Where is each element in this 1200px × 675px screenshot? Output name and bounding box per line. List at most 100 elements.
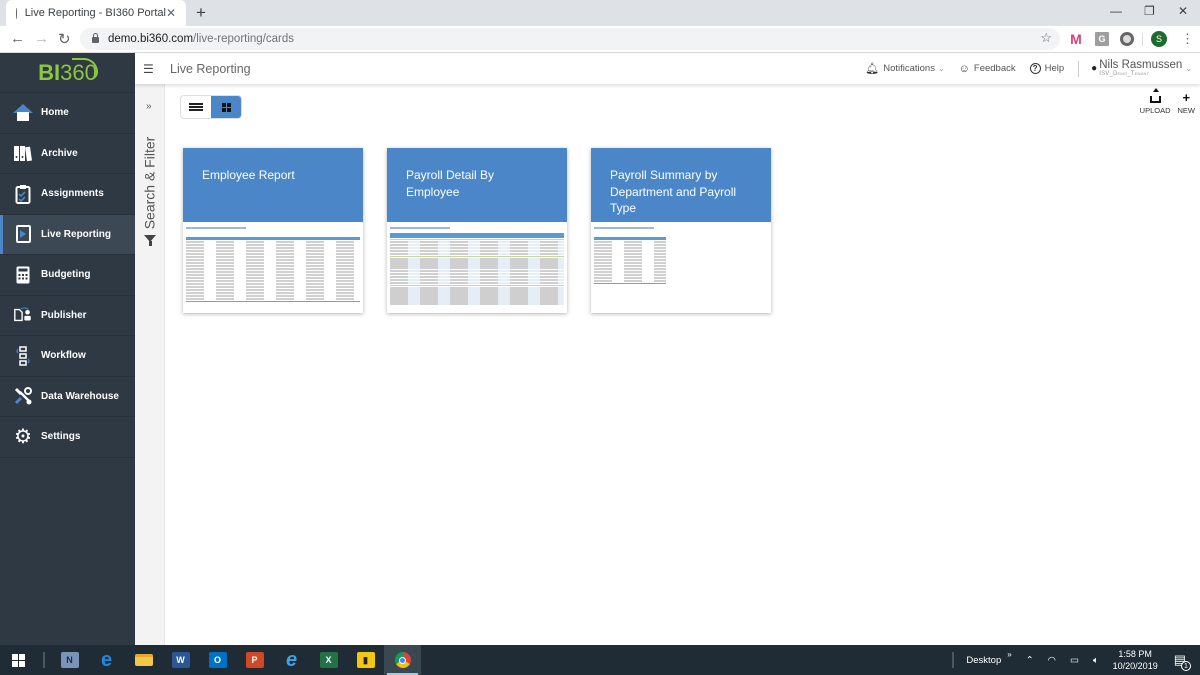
show-hidden-icons[interactable]: ⌃ bbox=[1026, 655, 1034, 666]
user-name: Nils Rasmussen bbox=[1099, 59, 1183, 71]
thumbnail-line bbox=[390, 293, 564, 296]
new-tab-button[interactable]: + bbox=[196, 3, 206, 23]
desktop-toolbar[interactable]: Desktop bbox=[966, 655, 1001, 666]
thumbnail-line bbox=[186, 237, 360, 240]
system-tray: Desktop » ⌃ ◠ ▭ 🔈︎ 1:58 PM 10/20/2019 ▤ 1 bbox=[952, 645, 1200, 675]
thumbnail-line bbox=[594, 264, 666, 268]
thumbnail-line bbox=[390, 287, 564, 290]
grid-icon bbox=[221, 102, 231, 112]
sidebar-item-label: Publisher bbox=[41, 309, 87, 321]
new-label: NEW bbox=[1177, 106, 1196, 115]
filter-icon[interactable] bbox=[144, 235, 156, 246]
taskbar-app-power-bi[interactable]: ▮ bbox=[347, 645, 384, 675]
sidebar-item-data-warehouse[interactable]: Data Warehouse bbox=[0, 377, 135, 417]
sidebar-item-home[interactable]: Home bbox=[0, 93, 135, 134]
taskbar-app-edge[interactable]: e bbox=[88, 645, 125, 675]
excel-icon: X bbox=[319, 652, 338, 668]
m-extension-icon[interactable]: M bbox=[1069, 31, 1083, 47]
taskbar-app-internet-explorer[interactable]: e bbox=[273, 645, 310, 675]
sidebar-item-workflow[interactable]: Workflow bbox=[0, 336, 135, 377]
tab-close-icon[interactable]: ✕ bbox=[166, 6, 176, 20]
close-window-button[interactable]: ✕ bbox=[1178, 4, 1188, 18]
circle-extension-icon[interactable] bbox=[1120, 32, 1134, 46]
thumbnail-line bbox=[390, 241, 564, 244]
report-card[interactable]: Payroll Summary by Department and Payrol… bbox=[591, 148, 771, 313]
word-icon: W bbox=[171, 652, 190, 668]
restore-button[interactable]: ❐ bbox=[1144, 4, 1155, 18]
expand-chevron-icon[interactable]: » bbox=[146, 101, 152, 112]
windows-logo-icon bbox=[12, 653, 25, 667]
taskbar-app-excel[interactable]: X bbox=[310, 645, 347, 675]
taskbar-app-outlook[interactable]: O bbox=[199, 645, 236, 675]
upload-button[interactable]: UPLOAD bbox=[1140, 88, 1171, 115]
sidebar-item-budgeting[interactable]: Budgeting bbox=[0, 255, 135, 296]
thumbnail-line bbox=[390, 276, 564, 279]
user-menu[interactable]: ● Nils Rasmussen ISV_Demo_Tenant ⌄ bbox=[1091, 59, 1192, 77]
power-bi-icon: ▮ bbox=[356, 652, 375, 668]
bell-icon: 🔔︎ bbox=[865, 63, 880, 75]
chrome-icon bbox=[394, 652, 411, 668]
report-thumbnail bbox=[387, 222, 567, 313]
sidebar-item-settings[interactable]: ⚙ Settings bbox=[0, 417, 135, 458]
search-filter-panel[interactable]: » Search & Filter bbox=[135, 53, 165, 645]
thumbnail-line bbox=[390, 270, 564, 273]
thumbnail-line bbox=[390, 246, 564, 250]
sidebar-item-assignments[interactable]: Assignments bbox=[0, 174, 135, 215]
new-button[interactable]: + NEW bbox=[1178, 90, 1196, 115]
report-cards: Employee Report Payroll Detail By Employ… bbox=[183, 148, 771, 313]
g-extension-icon[interactable]: G bbox=[1095, 32, 1109, 46]
sidebar-item-label: Data Warehouse bbox=[41, 390, 119, 402]
thumbnail-line bbox=[390, 233, 564, 238]
taskbar-app-file-explorer[interactable] bbox=[125, 645, 162, 675]
volume-icon[interactable]: 🔈︎ bbox=[1093, 655, 1099, 666]
browser-tab[interactable]: Live Reporting - BI360 Portal ✕ bbox=[6, 0, 186, 26]
battery-icon[interactable]: ▭ bbox=[1070, 655, 1079, 666]
start-button[interactable] bbox=[0, 645, 37, 675]
notifications-menu[interactable]: 🔔︎ Notifications ⌄ bbox=[865, 62, 944, 75]
task-view-divider bbox=[37, 645, 51, 675]
taskbar-app-notepad[interactable]: N bbox=[51, 645, 88, 675]
thumbnail-line bbox=[186, 261, 360, 265]
thumbnail-line bbox=[186, 267, 360, 271]
thumbnail-line bbox=[186, 282, 360, 286]
app-header: ☰ Live Reporting 🔔︎ Notifications ⌄ ☺ Fe… bbox=[135, 53, 1200, 84]
feedback-link[interactable]: ☺ Feedback bbox=[959, 63, 1016, 75]
notification-count: 1 bbox=[1181, 661, 1191, 671]
address-bar[interactable]: demo.bi360.com/live-reporting/cards ☆ bbox=[80, 28, 1060, 50]
thumbnail-line bbox=[594, 261, 666, 265]
sidebar-item-archive[interactable]: Archive bbox=[0, 134, 135, 174]
report-card[interactable]: Payroll Detail By Employee bbox=[387, 148, 567, 313]
tab-title: Live Reporting - BI360 Portal bbox=[24, 7, 166, 19]
profile-avatar[interactable]: S bbox=[1151, 31, 1167, 47]
clock-time: 1:58 PM bbox=[1118, 649, 1152, 659]
thumbnail-line bbox=[594, 252, 666, 256]
taskbar-app-word[interactable]: W bbox=[162, 645, 199, 675]
taskbar-app-powerpoint[interactable]: P bbox=[236, 645, 273, 675]
clock[interactable]: 1:58 PM 10/20/2019 bbox=[1113, 648, 1158, 672]
sidebar-item-publisher[interactable]: Publisher bbox=[0, 296, 135, 336]
browser-menu-icon[interactable]: ⋮ bbox=[1181, 31, 1194, 47]
forward-button[interactable]: → bbox=[34, 30, 49, 47]
bi360-logo[interactable]: BI 360 bbox=[0, 53, 135, 93]
sidebar-item-label: Live Reporting bbox=[41, 228, 112, 240]
thumbnail-line bbox=[186, 301, 360, 302]
taskbar-app-chrome[interactable] bbox=[384, 645, 421, 675]
hamburger-menu-icon[interactable]: ☰ bbox=[143, 62, 163, 76]
thumbnail-line bbox=[594, 255, 666, 259]
wifi-icon[interactable]: ◠ bbox=[1048, 655, 1056, 666]
reload-button[interactable]: ↻ bbox=[58, 30, 71, 48]
back-button[interactable]: ← bbox=[10, 30, 25, 47]
report-card[interactable]: Employee Report bbox=[183, 148, 363, 313]
toolbar-expand-icon[interactable]: » bbox=[1007, 650, 1011, 659]
globe-icon bbox=[16, 7, 22, 19]
help-link[interactable]: ? Help bbox=[1029, 63, 1064, 74]
thumbnail-line bbox=[594, 227, 654, 229]
sidebar-item-live-reporting[interactable]: Live Reporting bbox=[0, 214, 135, 255]
smiley-icon: ☺ bbox=[958, 62, 970, 75]
list-view-button[interactable] bbox=[181, 96, 211, 118]
card-view-button[interactable] bbox=[211, 96, 241, 118]
thumbnail-line bbox=[594, 237, 666, 240]
action-center-icon[interactable]: ▤ 1 bbox=[1174, 652, 1191, 671]
bookmark-star-icon[interactable]: ☆ bbox=[1040, 30, 1052, 46]
minimize-button[interactable]: — bbox=[1110, 4, 1122, 18]
